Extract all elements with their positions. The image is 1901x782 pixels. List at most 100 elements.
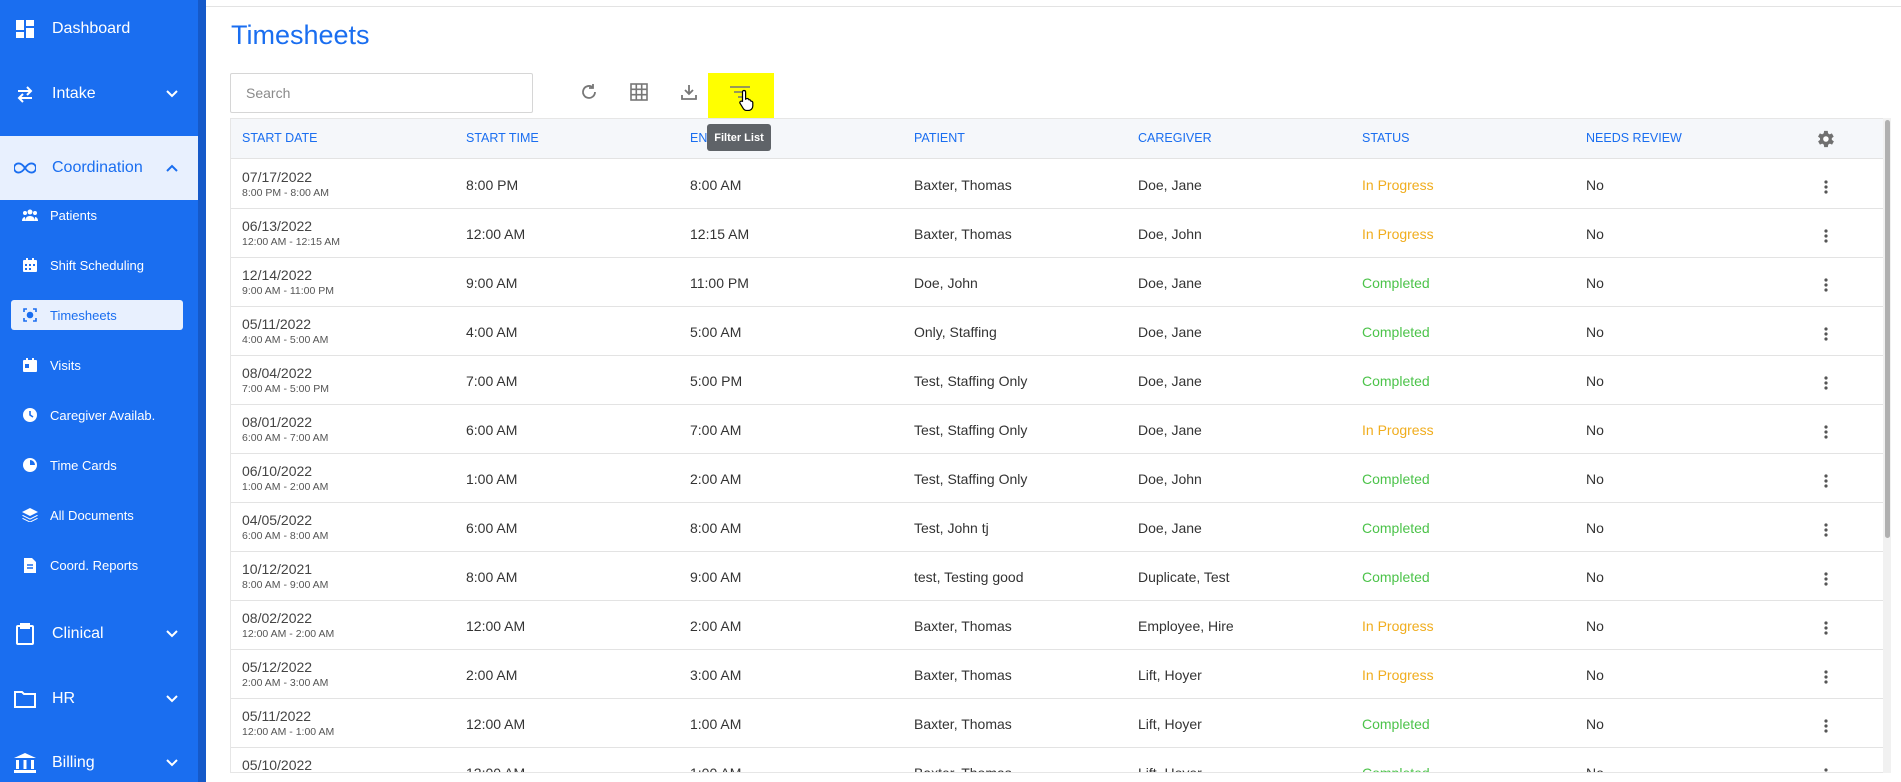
sidebar-item-patients[interactable]: Patients: [11, 200, 183, 230]
swap-icon: [14, 83, 36, 105]
table-row[interactable]: 10/12/2021 8:00 AM - 9:00 AM 8:00 AM 9:00 A…: [231, 552, 1889, 601]
sidebar-item-all-documents[interactable]: All Documents: [11, 500, 183, 530]
more-vert-icon[interactable]: [1816, 373, 1836, 393]
start-time: 12:00 AM: [466, 226, 526, 242]
more-vert-icon[interactable]: [1816, 765, 1836, 772]
nav-billing[interactable]: Billing: [0, 731, 198, 782]
table-row[interactable]: 08/02/2022 12:00 AM - 2:00 AM 12:00 AM 2:00…: [231, 601, 1889, 650]
clipboard-icon: [14, 623, 36, 645]
gear-icon[interactable]: [1814, 128, 1838, 152]
nav-clinical[interactable]: Clinical: [0, 602, 198, 666]
sidebar-item-label: Patients: [50, 207, 97, 223]
more-vert-icon[interactable]: [1816, 471, 1836, 491]
status-text: Completed: [1362, 569, 1430, 585]
more-vert-icon[interactable]: [1816, 618, 1836, 638]
sidebar-item-caregiver-availability[interactable]: Caregiver Availab.: [11, 400, 183, 430]
nav-label: Clinical: [52, 625, 104, 642]
dashboard-icon: [14, 18, 36, 40]
sidebar-item-label: Timesheets: [50, 307, 117, 323]
start-time: 12:00 AM: [466, 765, 526, 773]
bank-icon: [14, 752, 36, 774]
patient-name: Test, John tj: [914, 520, 989, 536]
patient-name: Baxter, Thomas: [914, 226, 1012, 242]
download-button[interactable]: [669, 73, 709, 113]
nav-intake[interactable]: Intake: [0, 62, 198, 126]
patient-name: Only, Staffing: [914, 324, 997, 340]
nav-hr[interactable]: HR: [0, 667, 198, 731]
refresh-icon: [580, 83, 598, 104]
needs-review: No: [1586, 275, 1604, 291]
status-text: In Progress: [1362, 618, 1434, 634]
nav-coordination[interactable]: Coordination: [0, 136, 198, 200]
sidebar-item-visits[interactable]: Visits: [11, 350, 183, 380]
search-input[interactable]: [230, 73, 533, 113]
scrollbar-thumb[interactable]: [1885, 120, 1890, 538]
column-header[interactable]: NEEDS REVIEW: [1586, 131, 1682, 145]
people-icon: [22, 207, 38, 223]
sidebar-item-label: Caregiver Availab.: [50, 407, 156, 423]
more-vert-icon[interactable]: [1816, 716, 1836, 736]
filter-list-button[interactable]: [708, 73, 774, 121]
sidebar-item-timesheets[interactable]: Timesheets: [11, 300, 183, 330]
sidebar-item-coord-reports[interactable]: Coord. Reports: [11, 550, 183, 580]
sidebar-item-shift-scheduling[interactable]: Shift Scheduling: [11, 250, 183, 280]
timer-icon: [22, 457, 38, 473]
status-text: In Progress: [1362, 177, 1434, 193]
sidebar-item-time-cards[interactable]: Time Cards: [11, 450, 183, 480]
status-text: Completed: [1362, 716, 1430, 732]
end-time: 8:00 AM: [690, 177, 742, 193]
table-row[interactable]: 05/10/2022 12:00 AM 1:00 AM Baxter, Thomas L…: [231, 748, 1889, 773]
table-row[interactable]: 05/11/2022 12:00 AM - 1:00 AM 12:00 AM 1:00…: [231, 699, 1889, 748]
start-time: 1:00 AM: [466, 471, 518, 487]
layers-icon: [22, 507, 38, 523]
more-vert-icon[interactable]: [1816, 422, 1836, 442]
table-row[interactable]: 05/11/2022 4:00 AM - 5:00 AM 4:00 AM 5:00 A…: [231, 307, 1889, 356]
start-date: 10/12/2021: [242, 561, 313, 577]
infinity-icon: [14, 157, 36, 179]
start-date: 05/10/2022: [242, 757, 313, 773]
more-vert-icon[interactable]: [1816, 275, 1836, 295]
start-time: 4:00 AM: [466, 324, 518, 340]
patient-name: Test, Staffing Only: [914, 471, 1028, 487]
column-header[interactable]: START TIME: [466, 131, 539, 145]
patient-name: Test, Staffing Only: [914, 422, 1028, 438]
time-range: 6:00 AM - 8:00 AM: [242, 530, 329, 542]
more-vert-icon[interactable]: [1816, 569, 1836, 589]
patient-name: test, Testing good: [914, 569, 1024, 585]
time-range: 4:00 AM - 5:00 AM: [242, 334, 329, 346]
nav-label: Billing: [52, 754, 95, 771]
table-header: START DATE START TIME END TIME PATIENT C…: [231, 119, 1889, 159]
more-vert-icon[interactable]: [1816, 520, 1836, 540]
column-header[interactable]: PATIENT: [914, 131, 965, 145]
nav-label: Intake: [52, 85, 96, 102]
table-row[interactable]: 05/12/2022 2:00 AM - 3:00 AM 2:00 AM 3:00 A…: [231, 650, 1889, 699]
refresh-button[interactable]: [569, 73, 609, 113]
table-row[interactable]: 12/14/2022 9:00 AM - 11:00 PM 9:00 AM 11:00…: [231, 258, 1889, 307]
time-range: 6:00 AM - 7:00 AM: [242, 432, 329, 444]
column-header[interactable]: STATUS: [1362, 131, 1409, 145]
table-row[interactable]: 07/17/2022 8:00 PM - 8:00 AM 8:00 PM 8:00 A…: [231, 160, 1889, 209]
end-time: 1:00 AM: [690, 765, 742, 773]
calendar-icon: [22, 357, 38, 373]
table-row[interactable]: 06/13/2022 12:00 AM - 12:15 AM 12:00 AM 12:…: [231, 209, 1889, 258]
caregiver-name: Lift, Hoyer: [1138, 765, 1202, 773]
table-row[interactable]: 08/04/2022 7:00 AM - 5:00 PM 7:00 AM 5:00 P…: [231, 356, 1889, 405]
start-date: 06/10/2022: [242, 463, 313, 479]
grid-icon: [630, 82, 648, 104]
needs-review: No: [1586, 569, 1604, 585]
status-text: In Progress: [1362, 667, 1434, 683]
nav-dashboard[interactable]: Dashboard: [0, 0, 198, 61]
more-vert-icon[interactable]: [1816, 324, 1836, 344]
table-row[interactable]: 04/05/2022 6:00 AM - 8:00 AM 6:00 AM 8:00 A…: [231, 503, 1889, 552]
table-row[interactable]: 08/01/2022 6:00 AM - 7:00 AM 6:00 AM 7:00 A…: [231, 405, 1889, 454]
needs-review: No: [1586, 765, 1604, 773]
more-vert-icon[interactable]: [1816, 226, 1836, 246]
grid-view-button[interactable]: [619, 73, 659, 113]
clock-icon: [22, 407, 38, 423]
sidebar-item-label: Shift Scheduling: [50, 257, 144, 273]
table-row[interactable]: 06/10/2022 1:00 AM - 2:00 AM 1:00 AM 2:00 A…: [231, 454, 1889, 503]
more-vert-icon[interactable]: [1816, 177, 1836, 197]
column-header[interactable]: START DATE: [242, 131, 317, 145]
more-vert-icon[interactable]: [1816, 667, 1836, 687]
column-header[interactable]: CAREGIVER: [1138, 131, 1212, 145]
